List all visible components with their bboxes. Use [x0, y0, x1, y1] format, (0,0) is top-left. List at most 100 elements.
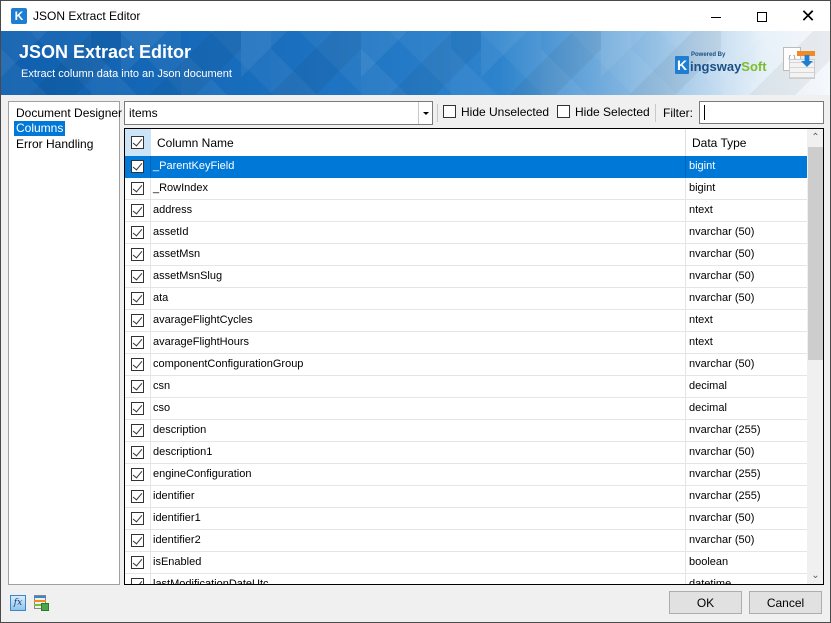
column-name-cell[interactable]: avarageFlightCycles	[153, 314, 253, 326]
nav-item-error-handling[interactable]: Error Handling	[14, 137, 95, 152]
array-path-dropdown[interactable]: items	[124, 101, 433, 125]
table-row[interactable]: isEnabled boolean	[125, 552, 807, 574]
data-type-cell[interactable]: datetime	[685, 574, 807, 584]
row-include-checkbox[interactable]	[131, 556, 144, 569]
table-row[interactable]: assetMsn nvarchar (50)	[125, 244, 807, 266]
data-type-cell[interactable]: decimal	[685, 398, 807, 419]
column-name-cell[interactable]: avarageFlightHours	[153, 336, 249, 348]
nav-item-columns[interactable]: Columns	[14, 121, 66, 136]
row-include-checkbox[interactable]	[131, 336, 144, 349]
row-include-checkbox[interactable]	[131, 490, 144, 503]
cancel-button[interactable]: Cancel	[749, 591, 822, 614]
row-include-checkbox[interactable]	[131, 578, 144, 584]
data-type-cell[interactable]: nvarchar (50)	[685, 508, 807, 529]
table-row[interactable]: engineConfiguration nvarchar (255)	[125, 464, 807, 486]
ok-button[interactable]: OK	[669, 591, 742, 614]
nav-item-document-designer[interactable]: Document Designer	[14, 106, 124, 121]
table-row[interactable]: _ParentKeyField bigint	[125, 156, 807, 178]
vertical-scrollbar[interactable]: ⌃ ⌄	[807, 129, 823, 584]
row-include-checkbox[interactable]	[131, 270, 144, 283]
variables-button[interactable]	[33, 595, 49, 611]
data-type-cell[interactable]: nvarchar (50)	[685, 354, 807, 375]
row-include-checkbox[interactable]	[131, 248, 144, 261]
data-type-cell[interactable]: ntext	[685, 310, 807, 331]
scroll-up-icon[interactable]: ⌃	[807, 129, 823, 146]
row-include-checkbox[interactable]	[131, 160, 144, 173]
column-name-cell[interactable]: _RowIndex	[153, 182, 208, 194]
table-row[interactable]: avarageFlightHours ntext	[125, 332, 807, 354]
hide-unselected-label[interactable]: Hide Unselected	[461, 105, 549, 119]
table-row[interactable]: _RowIndex bigint	[125, 178, 807, 200]
data-type-cell[interactable]: nvarchar (50)	[685, 442, 807, 463]
row-include-checkbox[interactable]	[131, 424, 144, 437]
data-type-cell[interactable]: bigint	[685, 156, 807, 177]
column-name-cell[interactable]: lastModificationDateUtc	[153, 578, 269, 584]
row-include-checkbox[interactable]	[131, 182, 144, 195]
row-include-checkbox[interactable]	[131, 204, 144, 217]
column-name-cell[interactable]: isEnabled	[153, 556, 201, 568]
row-include-checkbox[interactable]	[131, 314, 144, 327]
row-include-checkbox[interactable]	[131, 292, 144, 305]
table-row[interactable]: identifier2 nvarchar (50)	[125, 530, 807, 552]
maximize-button[interactable]	[739, 1, 785, 31]
filter-input[interactable]	[699, 101, 824, 124]
scroll-down-icon[interactable]: ⌄	[807, 567, 823, 584]
column-name-cell[interactable]: assetMsn	[153, 248, 200, 260]
data-type-cell[interactable]: nvarchar (255)	[685, 486, 807, 507]
data-type-cell[interactable]: ntext	[685, 200, 807, 221]
table-row[interactable]: assetMsnSlug nvarchar (50)	[125, 266, 807, 288]
column-name-cell[interactable]: identifier2	[153, 534, 201, 546]
row-include-checkbox[interactable]	[131, 446, 144, 459]
column-divider[interactable]	[685, 129, 686, 156]
table-row[interactable]: description1 nvarchar (50)	[125, 442, 807, 464]
row-include-checkbox[interactable]	[131, 534, 144, 547]
scrollbar-thumb[interactable]	[808, 147, 823, 360]
table-row[interactable]: assetId nvarchar (50)	[125, 222, 807, 244]
data-type-cell[interactable]: nvarchar (50)	[685, 530, 807, 551]
table-row[interactable]: description nvarchar (255)	[125, 420, 807, 442]
table-row[interactable]: cso decimal	[125, 398, 807, 420]
row-include-checkbox[interactable]	[131, 512, 144, 525]
table-row[interactable]: ata nvarchar (50)	[125, 288, 807, 310]
hide-selected-label[interactable]: Hide Selected	[575, 105, 650, 119]
table-row[interactable]: componentConfigurationGroup nvarchar (50)	[125, 354, 807, 376]
data-type-cell[interactable]: nvarchar (50)	[685, 222, 807, 243]
data-type-cell[interactable]: ntext	[685, 332, 807, 353]
column-name-cell[interactable]: componentConfigurationGroup	[153, 358, 303, 370]
expression-fx-button[interactable]: fx	[10, 595, 26, 611]
column-name-cell[interactable]: assetId	[153, 226, 188, 238]
table-row[interactable]: identifier1 nvarchar (50)	[125, 508, 807, 530]
table-row[interactable]: identifier nvarchar (255)	[125, 486, 807, 508]
column-name-cell[interactable]: cso	[153, 402, 170, 414]
column-header-name[interactable]: Column Name	[157, 136, 234, 150]
table-row[interactable]: lastModificationDateUtc datetime	[125, 574, 807, 584]
data-type-cell[interactable]: decimal	[685, 376, 807, 397]
row-include-checkbox[interactable]	[131, 358, 144, 371]
row-include-checkbox[interactable]	[131, 380, 144, 393]
table-row[interactable]: csn decimal	[125, 376, 807, 398]
data-type-cell[interactable]: bigint	[685, 178, 807, 199]
table-row[interactable]: address ntext	[125, 200, 807, 222]
column-header-data-type[interactable]: Data Type	[692, 136, 746, 150]
data-type-cell[interactable]: nvarchar (255)	[685, 420, 807, 441]
column-name-cell[interactable]: engineConfiguration	[153, 468, 251, 480]
column-name-cell[interactable]: identifier1	[153, 512, 201, 524]
column-name-cell[interactable]: assetMsnSlug	[153, 270, 222, 282]
row-include-checkbox[interactable]	[131, 468, 144, 481]
data-type-cell[interactable]: nvarchar (50)	[685, 244, 807, 265]
column-name-cell[interactable]: description1	[153, 446, 212, 458]
minimize-button[interactable]	[693, 1, 739, 31]
hide-unselected-checkbox[interactable]	[443, 105, 456, 118]
close-button[interactable]: ✕	[785, 1, 831, 31]
column-name-cell[interactable]: _ParentKeyField	[153, 160, 234, 172]
row-include-checkbox[interactable]	[131, 402, 144, 415]
column-name-cell[interactable]: csn	[153, 380, 170, 392]
data-type-cell[interactable]: nvarchar (50)	[685, 288, 807, 309]
data-type-cell[interactable]: nvarchar (50)	[685, 266, 807, 287]
column-name-cell[interactable]: description	[153, 424, 206, 436]
column-name-cell[interactable]: ata	[153, 292, 168, 304]
data-type-cell[interactable]: nvarchar (255)	[685, 464, 807, 485]
column-name-cell[interactable]: address	[153, 204, 192, 216]
chevron-down-icon[interactable]	[418, 102, 432, 124]
select-all-checkbox[interactable]	[131, 136, 144, 149]
